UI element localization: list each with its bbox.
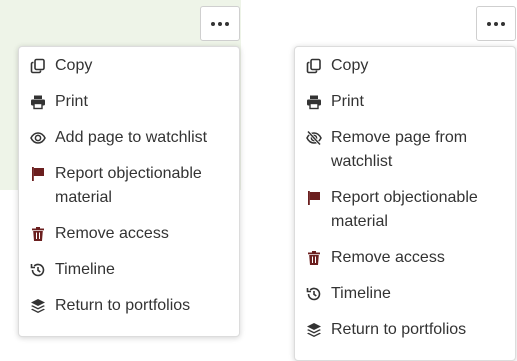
copy-icon <box>29 54 47 78</box>
print-icon <box>305 90 323 114</box>
menu-item-label: Return to portfolios <box>331 321 467 338</box>
menu-item-label: Report objectionable material <box>55 165 202 206</box>
layers-icon <box>305 318 323 342</box>
menu-item-label: Timeline <box>55 261 115 278</box>
ellipsis-dot <box>494 21 498 26</box>
layers-icon <box>29 294 47 318</box>
menu-item-copy[interactable]: Copy <box>295 54 515 90</box>
trash-icon <box>305 246 323 270</box>
menu-item-remove-access[interactable]: Remove access <box>295 246 515 282</box>
menu-item-add-watchlist[interactable]: Add page to watchlist <box>19 126 239 162</box>
history-icon <box>305 282 323 306</box>
menu-item-remove-access[interactable]: Remove access <box>19 222 239 258</box>
menu-item-print[interactable]: Print <box>19 90 239 126</box>
history-icon <box>29 258 47 282</box>
flag-icon <box>305 186 323 210</box>
eye-slash-icon <box>305 126 323 150</box>
ellipsis-icon <box>487 21 491 26</box>
menu-item-label: Print <box>55 93 88 110</box>
menu-item-label: Remove page from watchlist <box>331 129 468 170</box>
trash-icon <box>29 222 47 246</box>
menu-item-label: Add page to watchlist <box>55 129 208 146</box>
menu-item-timeline[interactable]: Timeline <box>19 258 239 294</box>
menu-item-label: Return to portfolios <box>55 297 191 314</box>
menu-item-label: Remove access <box>331 249 445 266</box>
page-actions-menu-right: Copy Print Remove page from watchlist Re… <box>294 46 516 361</box>
print-icon <box>29 90 47 114</box>
menu-item-label: Timeline <box>331 285 391 302</box>
menu-item-label: Copy <box>55 57 93 74</box>
page-actions-menu-left: Copy Print Add page to watchlist Report … <box>18 46 240 337</box>
ellipsis-dot <box>225 21 229 26</box>
menu-item-report[interactable]: Report objectionable material <box>295 186 515 246</box>
menu-item-label: Remove access <box>55 225 169 242</box>
ellipsis-icon <box>211 21 215 26</box>
menu-item-print[interactable]: Print <box>295 90 515 126</box>
menu-item-return-portfolios[interactable]: Return to portfolios <box>295 318 515 354</box>
menu-item-label: Print <box>331 93 364 110</box>
ellipsis-dot <box>501 21 505 26</box>
more-options-button[interactable] <box>476 6 516 41</box>
flag-icon <box>29 162 47 186</box>
menu-item-report[interactable]: Report objectionable material <box>19 162 239 222</box>
copy-icon <box>305 54 323 78</box>
menu-item-label: Copy <box>331 57 369 74</box>
menu-item-label: Report objectionable material <box>331 189 478 230</box>
menu-item-remove-watchlist[interactable]: Remove page from watchlist <box>295 126 515 186</box>
ellipsis-dot <box>218 21 222 26</box>
menu-item-copy[interactable]: Copy <box>19 54 239 90</box>
eye-icon <box>29 126 47 150</box>
menu-item-return-portfolios[interactable]: Return to portfolios <box>19 294 239 330</box>
more-options-button[interactable] <box>200 6 240 41</box>
menu-item-timeline[interactable]: Timeline <box>295 282 515 318</box>
